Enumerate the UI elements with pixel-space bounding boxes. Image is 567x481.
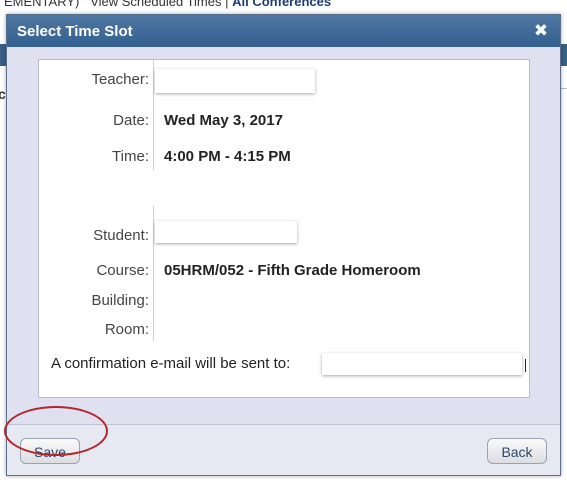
back-button[interactable]: Back <box>487 438 547 464</box>
background-separator: | <box>225 0 229 9</box>
building-label: Building: <box>91 292 149 309</box>
time-value: 4:00 PM - 4:15 PM <box>164 148 291 165</box>
teacher-redaction <box>155 69 315 93</box>
background-left-fragment: c <box>0 86 6 102</box>
dialog-title: Select Time Slot <box>17 23 133 40</box>
dialog-titlebar: Select Time Slot ✖ <box>7 15 560 47</box>
date-label: Date: <box>113 112 149 129</box>
background-all-conferences-link[interactable]: All Conferences <box>232 0 331 9</box>
time-row: Time: 4:00 PM - 4:15 PM <box>39 146 529 168</box>
background-view-scheduled-link[interactable]: View Scheduled Times <box>90 0 221 9</box>
course-value: 05HRM/052 - Fifth Grade Homeroom <box>164 262 421 279</box>
save-highlight-ring <box>4 406 108 456</box>
date-row: Date: Wed May 3, 2017 <box>39 110 529 132</box>
course-row: Course: 05HRM/052 - Fifth Grade Homeroom <box>39 260 529 282</box>
course-label: Course: <box>96 262 149 279</box>
student-redaction <box>155 221 297 243</box>
select-time-slot-dialog: Select Time Slot ✖ Teacher: Date: Wed Ma… <box>6 14 561 476</box>
close-icon[interactable]: ✖ <box>532 22 550 40</box>
details-panel: Teacher: Date: Wed May 3, 2017 Time: 4:0… <box>38 59 530 398</box>
room-row: Room: <box>39 319 529 341</box>
time-label: Time: <box>112 148 149 165</box>
background-header-plain: EMENTARY) <box>4 0 80 9</box>
building-row: Building: <box>39 290 529 312</box>
room-label: Room: <box>104 321 149 338</box>
email-redaction <box>322 353 522 375</box>
email-trailing-fragment <box>525 359 526 372</box>
background-header-text: EMENTARY) View Scheduled Times | All Con… <box>4 0 331 9</box>
date-value: Wed May 3, 2017 <box>164 112 283 129</box>
student-label: Student: <box>93 227 149 244</box>
teacher-label: Teacher: <box>91 71 149 88</box>
confirmation-text: A confirmation e-mail will be sent to: <box>51 355 290 372</box>
confirmation-label: A confirmation e-mail will be sent to: <box>51 355 291 372</box>
